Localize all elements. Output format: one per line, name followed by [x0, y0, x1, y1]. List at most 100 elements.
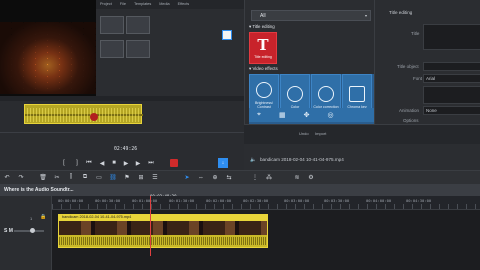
- waveform-marker-icon[interactable]: [90, 113, 98, 121]
- title-label: Title: [411, 31, 420, 36]
- tab-templates[interactable]: Templates: [130, 0, 155, 9]
- ruler-tick: 00:03:00:00: [284, 198, 310, 203]
- player-controls: 02:49:26 [ ] ⏮ ◀ ■ ▶ ▶ ⏭ ↓: [0, 132, 244, 170]
- title-editing-tile[interactable]: T Title editing: [249, 32, 277, 64]
- title-properties-panel: Title editing Title Title object Font Ar…: [374, 0, 480, 124]
- effects-panel: All ▾ ▾ Title editing T Title editing ▾ …: [244, 0, 375, 124]
- effect-tile-color[interactable]: Color: [280, 74, 310, 112]
- split-icon[interactable]: ⫿: [64, 174, 78, 181]
- shape-icon[interactable]: ◎: [327, 111, 333, 119]
- clip-thumbnails: [59, 221, 267, 235]
- tab-import[interactable]: Import: [315, 131, 326, 136]
- palette-icon: [287, 86, 303, 102]
- step-forward-icon[interactable]: ▶: [132, 160, 144, 167]
- title-text-input[interactable]: [423, 24, 480, 50]
- media-pool-thumb-selected[interactable]: [222, 30, 232, 40]
- paste-icon[interactable]: ▭: [92, 174, 106, 181]
- effect-tile-brightness-contrast[interactable]: Brightness/ Contrast: [249, 74, 279, 112]
- speaker-icon[interactable]: 🔈: [250, 157, 256, 163]
- media-pool-thumb[interactable]: [126, 40, 150, 58]
- panel-header: Title editing: [389, 10, 413, 15]
- effects-toggle-icon[interactable]: ⁂: [262, 174, 276, 181]
- group-icon[interactable]: ⊞: [134, 174, 148, 181]
- play-icon[interactable]: ▶: [120, 160, 132, 167]
- video-clip[interactable]: bandicam 2018-02-04 10-41-04-975.mp4: [58, 214, 268, 248]
- title-object-field[interactable]: [423, 62, 480, 71]
- tab-media[interactable]: Media: [155, 0, 173, 9]
- tab-undo[interactable]: Undo: [299, 131, 309, 136]
- mark-in-icon[interactable]: [: [56, 160, 72, 166]
- copy-icon[interactable]: ⧉: [78, 174, 92, 181]
- move-icon[interactable]: ✥: [304, 111, 310, 119]
- delete-icon[interactable]: 🗑: [36, 174, 50, 181]
- timecode-display: 02:49:26: [114, 147, 138, 152]
- marker-icon[interactable]: ⚑: [120, 174, 134, 181]
- ruler-tick: 00:04:00:00: [366, 198, 392, 203]
- zoom-icon[interactable]: ⊕: [208, 174, 222, 181]
- edit-toolbar: ↶ ↷ 🗑 ✂ ⫿ ⧉ ▭ ⛓ ⚑ ⊞ ☰ ➤ ⇔ ⊕ ⇆ ⋮ ⁂ ≋ ⚙: [0, 170, 480, 184]
- range-icon[interactable]: ⇔: [194, 175, 208, 181]
- settings-icon[interactable]: ⚙: [304, 174, 318, 181]
- media-pool-thumb[interactable]: [100, 16, 124, 34]
- ruler-tick: 00:01:00:00: [132, 198, 158, 203]
- volume-slider-handle[interactable]: [30, 228, 35, 233]
- snap-icon[interactable]: ⋮: [248, 174, 262, 181]
- media-pool: Project File Templates Media Effects: [96, 0, 244, 96]
- tab-project[interactable]: Project: [96, 0, 116, 9]
- ruler-tick: 00:02:00:00: [206, 198, 232, 203]
- section-title-editing[interactable]: ▾ Title editing: [249, 24, 275, 30]
- timeline-header-row: Where is the Audio Soundtr... 00:02:49:2…: [0, 184, 480, 199]
- ruler-tick: 00:00:30:00: [95, 198, 121, 203]
- audio-waveform-panel: [0, 96, 244, 132]
- stop-icon[interactable]: ■: [108, 160, 120, 166]
- ruler-tick: 00:04:30:00: [406, 198, 432, 203]
- cut-icon[interactable]: ✂: [50, 174, 64, 181]
- undo-icon[interactable]: ↶: [0, 174, 14, 181]
- file-info-bar: 🔈 bandicam 2018-02-04 10-41-04-975.mp4: [244, 144, 480, 170]
- effect-tile-color-correction[interactable]: Color correction: [311, 74, 341, 112]
- tab-file[interactable]: File: [116, 0, 130, 9]
- export-icon[interactable]: ↓: [218, 158, 228, 168]
- track-sm-buttons[interactable]: S M: [4, 228, 13, 234]
- track-title: Where is the Audio Soundtr...: [4, 187, 74, 193]
- lock-icon[interactable]: 🔒: [40, 214, 46, 220]
- skip-forward-icon[interactable]: ⏭: [144, 160, 158, 167]
- crop-icon[interactable]: ⌖: [257, 111, 261, 119]
- title-object-label: Title object: [397, 64, 419, 69]
- mark-out-icon[interactable]: ]: [72, 160, 82, 166]
- clip-audio-waveform: [59, 235, 267, 247]
- track-controls: 1 🔒 S M: [0, 196, 52, 270]
- animation-select[interactable]: None: [423, 106, 480, 115]
- preview-area: [0, 0, 96, 96]
- text-icon: T: [257, 36, 269, 54]
- grid-icon[interactable]: ▦: [279, 111, 286, 119]
- waveform-ruler: [0, 96, 244, 101]
- effects-category-dropdown[interactable]: All ▾: [251, 10, 371, 21]
- skip-back-icon[interactable]: ⏮: [82, 160, 96, 167]
- redo-icon[interactable]: ↷: [14, 174, 28, 181]
- ruler-tick: 00:03:30:00: [324, 198, 350, 203]
- link-icon[interactable]: ⛓: [106, 174, 120, 181]
- tab-effects[interactable]: Effects: [174, 0, 194, 9]
- font-size-field[interactable]: [423, 86, 480, 104]
- step-back-icon[interactable]: ◀: [96, 160, 108, 167]
- chevron-down-icon: ▾: [364, 13, 367, 18]
- font-select[interactable]: Arial: [423, 74, 480, 83]
- playhead-line[interactable]: [150, 196, 151, 256]
- timeline-tracks: bandicam 2018-02-04 10-41-04-975.mp4: [52, 196, 480, 270]
- brick-texture: [0, 22, 96, 94]
- trim-icon[interactable]: ⇆: [222, 174, 236, 181]
- section-video-effects[interactable]: ▾ Video effects: [249, 66, 278, 72]
- record-icon[interactable]: [170, 159, 178, 167]
- animation-label: Animation: [399, 108, 420, 113]
- ruler-tick: 00:01:30:00: [169, 198, 195, 203]
- timeline-ruler[interactable]: 00:00:00:00 00:00:30:00 00:01:00:00 00:0…: [52, 196, 480, 210]
- pointer-icon[interactable]: ➤: [180, 174, 194, 181]
- audio-mix-icon[interactable]: ≋: [290, 174, 304, 181]
- waveform-clip[interactable]: [24, 104, 143, 124]
- align-icon[interactable]: ☰: [148, 174, 162, 181]
- volume-slider[interactable]: [14, 230, 44, 232]
- media-pool-thumb[interactable]: [126, 16, 150, 34]
- effect-tile-chroma-key[interactable]: Chroma key: [342, 74, 372, 112]
- media-pool-thumb[interactable]: [100, 40, 124, 58]
